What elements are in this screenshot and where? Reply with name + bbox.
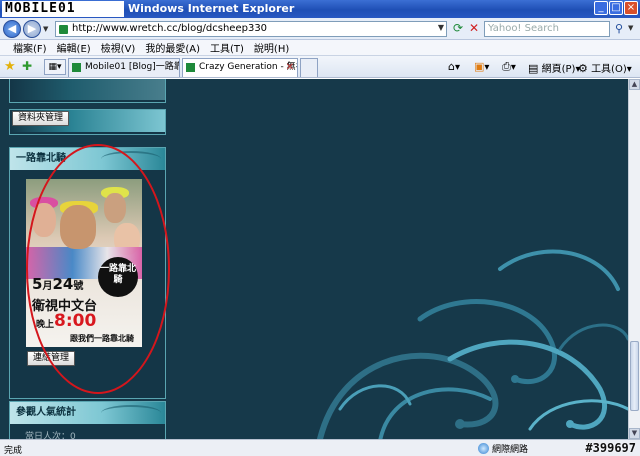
stats-panel-title: 參觀人氣統計	[16, 407, 76, 418]
vertical-scrollbar[interactable]: ▲ ▼	[628, 79, 640, 439]
page-menu-button[interactable]: ▤ 網頁(P)▾	[528, 60, 580, 75]
url-text: http://www.wretch.cc/blog/dcsheep330	[72, 23, 268, 34]
zone-label: 網際網路	[492, 445, 529, 455]
favorites-star-icon[interactable]: ★	[4, 59, 16, 74]
address-bar: ◀ ▶ ▼ http://www.wretch.cc/blog/dcsheep3…	[0, 18, 640, 40]
menu-view[interactable]: 檢視(V)	[96, 40, 141, 55]
watermark: #399697	[585, 441, 636, 455]
menu-edit[interactable]: 編輯(E)	[52, 40, 96, 55]
scroll-up-icon[interactable]: ▲	[629, 79, 640, 90]
add-favorite-icon[interactable]: ✚	[22, 59, 32, 73]
panel-wave	[10, 79, 165, 100]
menu-favorites[interactable]: 我的最愛(A)	[140, 40, 205, 55]
search-dropdown-icon[interactable]: ▼	[628, 24, 633, 32]
search-icon[interactable]: ⚲	[612, 21, 626, 37]
home-icon[interactable]: ⌂▾	[448, 60, 460, 73]
page-content: 資料夾管理 一路靠北騎 一路靠北騎 5月24號 衛視中文台 晚上 8:00 跟我…	[0, 79, 628, 439]
forward-button[interactable]: ▶	[23, 20, 41, 38]
refresh-icon[interactable]: ⟳	[451, 22, 465, 36]
tab-label: Crazy Generation - 無名...	[199, 62, 297, 72]
menu-tools[interactable]: 工具(T)	[205, 40, 249, 55]
status-text: 完成	[4, 446, 23, 456]
stop-icon[interactable]: ✕	[467, 22, 481, 36]
stats-panel-header: 參觀人氣統計	[10, 402, 165, 424]
folder-panel: 資料夾管理	[9, 109, 166, 135]
close-tab-icon[interactable]: ✕	[286, 59, 294, 76]
mobile01-logo: MOBILE01	[2, 1, 124, 17]
title-bar: MOBILE01 Windows Internet Explorer _ □ ×	[0, 0, 640, 18]
print-icon[interactable]: ⎙▾	[502, 60, 516, 74]
today-visitors: 當日人次：0	[25, 432, 76, 439]
stats-panel: 參觀人氣統計 當日人次：0	[9, 401, 166, 439]
history-dropdown-icon[interactable]: ▼	[43, 25, 48, 33]
url-dropdown-icon[interactable]: ▼	[438, 23, 444, 32]
tab-label: Mobile01 [Blog]一路靠北騎...	[85, 62, 179, 72]
maximize-button[interactable]: □	[609, 1, 623, 15]
quick-tabs-button[interactable]: ▦▾	[44, 59, 66, 75]
menu-file[interactable]: 檔案(F)	[8, 40, 52, 55]
window-title: Windows Internet Explorer	[128, 2, 295, 15]
sidebar-panel-top	[9, 79, 166, 103]
menu-bar: 檔案(F) 編輯(E) 檢視(V) 我的最愛(A) 工具(T) 說明(H)	[0, 40, 640, 56]
tab-mobile01[interactable]: Mobile01 [Blog]一路靠北騎...	[68, 58, 180, 77]
status-bar: 完成 網際網路 #399697	[0, 439, 640, 456]
close-button[interactable]: ×	[624, 1, 638, 15]
tools-menu-button[interactable]: ⚙ 工具(O)▾	[578, 60, 632, 75]
scroll-down-icon[interactable]: ▼	[629, 428, 640, 439]
security-zone[interactable]: 網際網路	[478, 442, 528, 455]
decorative-swirls	[317, 249, 628, 439]
favicon-icon	[59, 25, 68, 34]
tab-favicon-icon	[186, 63, 195, 72]
red-highlight-circle	[26, 144, 170, 394]
search-input[interactable]: Yahoo! Search	[484, 21, 610, 37]
folder-manage-button[interactable]: 資料夾管理	[12, 111, 70, 126]
menu-help[interactable]: 說明(H)	[249, 40, 294, 55]
tab-favicon-icon	[72, 63, 81, 72]
bike-panel-title: 一路靠北騎	[16, 153, 66, 164]
globe-icon	[478, 443, 489, 454]
tab-bar: ★ ✚ ▦▾ Mobile01 [Blog]一路靠北騎... Crazy Gen…	[0, 56, 640, 78]
new-tab-button[interactable]	[300, 58, 318, 77]
feeds-icon[interactable]: ▣▾	[474, 60, 489, 73]
scroll-thumb[interactable]	[630, 341, 639, 411]
back-button[interactable]: ◀	[3, 20, 21, 38]
header-swirl	[101, 405, 161, 421]
url-field[interactable]: http://www.wretch.cc/blog/dcsheep330 ▼	[55, 21, 447, 37]
minimize-button[interactable]: _	[594, 1, 608, 15]
tab-crazy-generation[interactable]: Crazy Generation - 無名... ✕	[182, 58, 298, 77]
